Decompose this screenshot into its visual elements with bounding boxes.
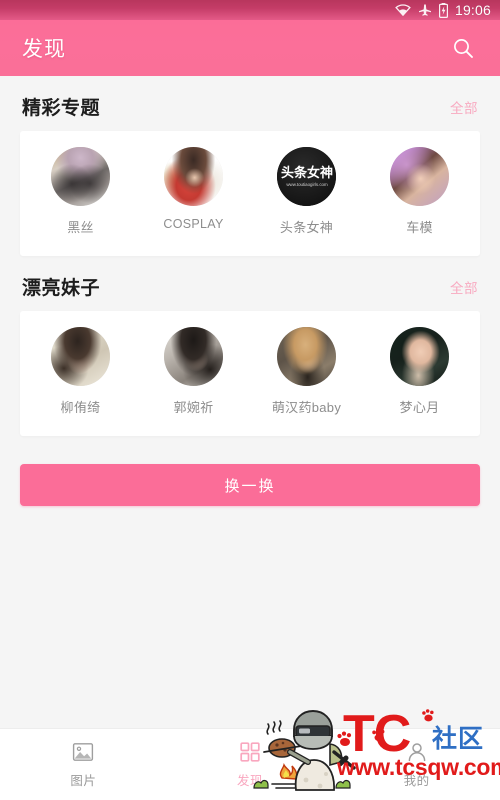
refresh-container: 换一换 xyxy=(0,436,500,506)
topic-item-label: 车模 xyxy=(406,220,433,235)
topic-item-label: 黑丝 xyxy=(67,220,94,235)
section-card-1: 柳侑绮 郭婉祈 萌汉药baby 梦心月 xyxy=(20,311,480,436)
girl-item-label: 郭婉祈 xyxy=(173,400,214,415)
scroll-content[interactable]: 精彩专题 全部 黑丝 COSPLAY 头条女神 www.toutiaogirls… xyxy=(0,76,500,728)
search-button[interactable] xyxy=(444,29,482,67)
toutiao-logo-icon: 头条女神 www.toutiaogirls.com xyxy=(280,165,332,187)
girl-item-liuyouqi[interactable]: 柳侑绮 xyxy=(24,327,137,416)
girl-item-label: 萌汉药baby xyxy=(271,400,342,415)
avatar-mengxinyue xyxy=(390,327,449,386)
avatar-chemo xyxy=(390,147,449,206)
girl-item-guowanqi[interactable]: 郭婉祈 xyxy=(137,327,250,416)
app-bar: 发现 xyxy=(0,20,500,76)
girl-item-menghanyao-baby[interactable]: 萌汉药baby xyxy=(250,327,363,416)
girl-grid: 柳侑绮 郭婉祈 萌汉药baby 梦心月 xyxy=(24,327,476,416)
topic-item-chemo[interactable]: 车模 xyxy=(363,147,476,236)
bottom-navigation: 图片 发现 我的 xyxy=(0,728,500,800)
section-more-link[interactable]: 全部 xyxy=(450,277,478,297)
app-bar-actions xyxy=(444,29,482,67)
topic-item-cosplay[interactable]: COSPLAY xyxy=(137,147,250,236)
girl-item-label: 梦心月 xyxy=(399,400,440,415)
image-icon xyxy=(73,742,94,761)
topic-item-label: 头条女神 xyxy=(279,220,334,235)
section-header-1: 漂亮妹子 全部 xyxy=(0,256,500,311)
girl-item-mengxinyue[interactable]: 梦心月 xyxy=(363,327,476,416)
airplane-mode-icon xyxy=(418,4,431,16)
section-card-0: 黑丝 COSPLAY 头条女神 www.toutiaogirls.com 头条女… xyxy=(20,131,480,256)
avatar-cosplay xyxy=(164,147,223,206)
svg-text:头条女神: 头条女神 xyxy=(280,165,332,180)
svg-text:www.toutiaogirls.com: www.toutiaogirls.com xyxy=(286,182,328,187)
tab-label: 图片 xyxy=(70,773,97,788)
topic-item-label: COSPLAY xyxy=(163,217,224,231)
tab-mine[interactable]: 我的 xyxy=(333,729,500,800)
person-icon xyxy=(408,742,426,761)
girl-item-label: 柳侑绮 xyxy=(60,400,101,415)
section-more-link[interactable]: 全部 xyxy=(450,97,478,117)
avatar-liuyouqi xyxy=(51,327,110,386)
app-root: 19:06 发现 精彩专题 全部 黑丝 COSPLAY 头条女神 www.tou… xyxy=(0,0,500,800)
topic-item-toutiao-nvshen[interactable]: 头条女神 www.toutiaogirls.com 头条女神 xyxy=(250,147,363,236)
section-title: 精彩专题 xyxy=(22,98,101,119)
battery-charging-icon xyxy=(438,2,448,18)
avatar-menghanyao-baby xyxy=(277,327,336,386)
topic-grid: 黑丝 COSPLAY 头条女神 www.toutiaogirls.com 头条女… xyxy=(24,147,476,236)
avatar-guowanqi xyxy=(164,327,223,386)
search-icon xyxy=(454,39,473,58)
avatar-heisi xyxy=(51,147,110,206)
avatar-toutiao-nvshen: 头条女神 www.toutiaogirls.com xyxy=(277,147,336,206)
wifi-icon xyxy=(395,4,411,16)
refresh-button[interactable]: 换一换 xyxy=(20,464,480,506)
section-header-0: 精彩专题 全部 xyxy=(0,76,500,131)
topic-item-heisi[interactable]: 黑丝 xyxy=(24,147,137,236)
tab-label: 我的 xyxy=(403,773,430,788)
status-bar: 19:06 xyxy=(0,0,500,20)
tab-discover[interactable]: 发现 xyxy=(167,729,334,800)
page-title: 发现 xyxy=(22,38,66,61)
discover-grid-icon xyxy=(240,741,260,762)
section-title: 漂亮妹子 xyxy=(22,278,101,299)
tab-pictures[interactable]: 图片 xyxy=(0,729,167,800)
status-bar-clock: 19:06 xyxy=(454,2,491,18)
tab-label: 发现 xyxy=(237,773,264,788)
